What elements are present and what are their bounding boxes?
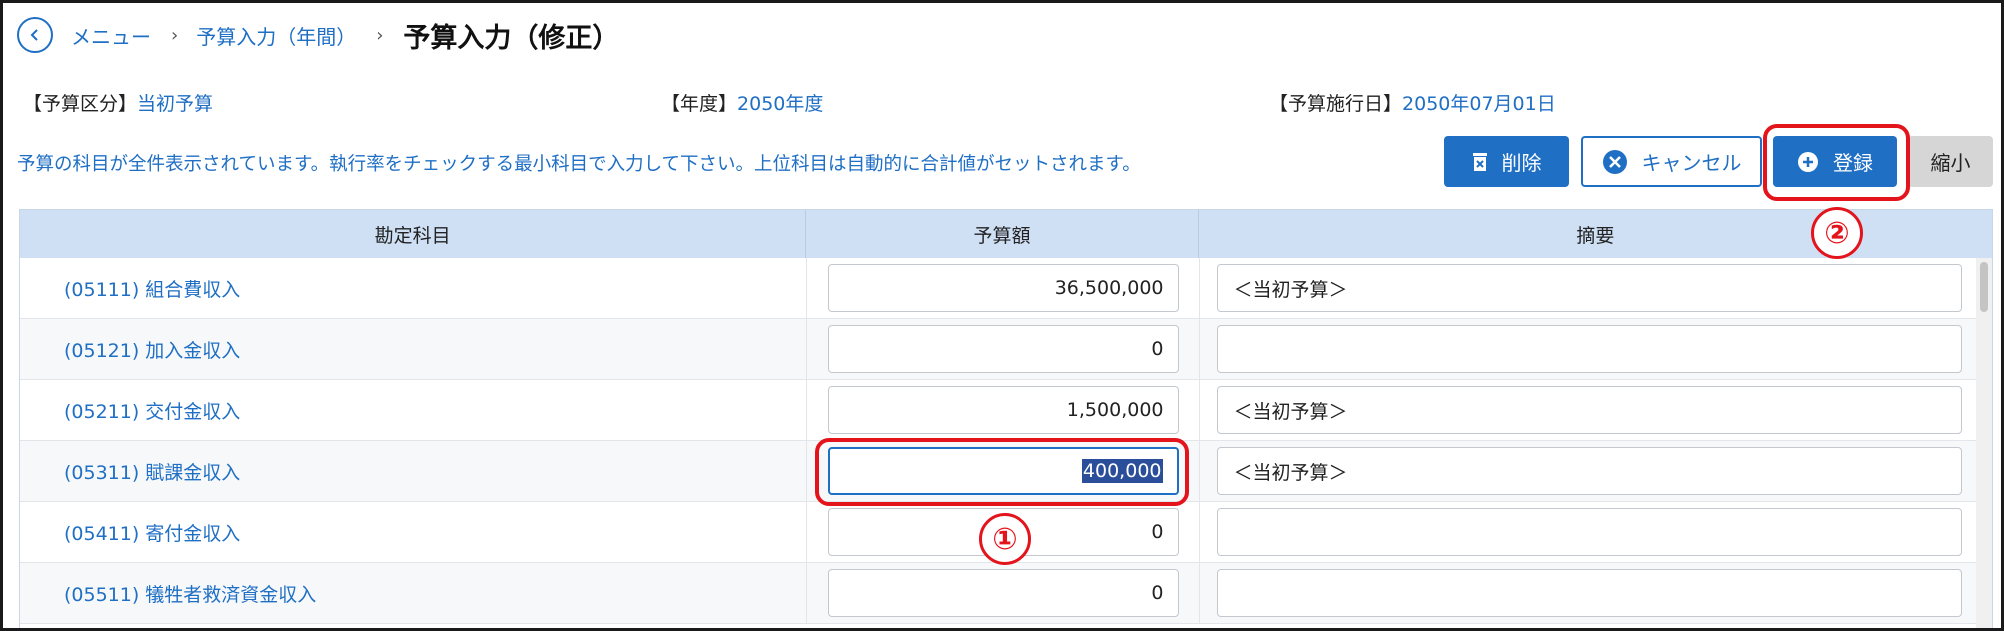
memo-cell — [1200, 563, 1978, 623]
amount-input[interactable]: 0 — [827, 569, 1179, 617]
table-row: (05211) 交付金収入 1,500,000 ＜当初予算＞ — [20, 380, 1978, 441]
app-window: メニュー › 予算入力（年間） › 予算入力（修正） 【予算区分】当初予算 【年… — [0, 0, 2004, 631]
memo-input[interactable]: ＜当初予算＞ — [1216, 264, 1962, 312]
memo-cell: ＜当初予算＞ — [1200, 441, 1978, 501]
scrollbar-thumb[interactable] — [1980, 262, 1988, 312]
account-name[interactable]: (05411) 寄付金収入 — [20, 502, 807, 562]
delete-button-label: 削除 — [1501, 151, 1542, 175]
amount-value: 0 — [1151, 582, 1164, 604]
amount-cell: 0 — [807, 319, 1200, 379]
column-header-memo: 摘要 — [1576, 224, 1615, 247]
register-highlight-box — [1763, 124, 1910, 201]
breadcrumb-separator: › — [376, 24, 384, 46]
budget-type-info: 【予算区分】当初予算 — [23, 89, 213, 116]
memo-input[interactable]: ＜当初予算＞ — [1216, 386, 1962, 434]
page-title: 予算入力（修正） — [403, 22, 620, 54]
memo-cell: ＜当初予算＞ — [1200, 258, 1978, 318]
column-header-amount: 予算額 — [806, 210, 1199, 258]
year-info: 【年度】2050年度 — [661, 89, 823, 116]
breadcrumb-separator: › — [171, 24, 179, 46]
amount-value: 0 — [1151, 521, 1164, 543]
cancel-button-label: キャンセル — [1641, 151, 1742, 175]
amount-cell: 0 — [807, 563, 1200, 623]
amount-value: 36,500,000 — [1054, 277, 1164, 299]
memo-input[interactable] — [1216, 569, 1962, 617]
memo-cell — [1200, 319, 1978, 379]
annotation-number-1: ① — [979, 513, 1031, 565]
close-circle-icon — [1602, 149, 1627, 174]
amount-input[interactable]: 0 — [827, 325, 1179, 373]
back-button[interactable] — [17, 17, 53, 53]
memo-input[interactable]: ＜当初予算＞ — [1216, 447, 1962, 495]
shrink-button-label: 縮小 — [1930, 151, 1971, 175]
breadcrumb: メニュー › 予算入力（年間） › 予算入力（修正） — [17, 17, 620, 54]
trash-icon — [1472, 152, 1487, 171]
chevron-left-icon — [30, 29, 38, 41]
memo-cell — [1200, 502, 1978, 562]
account-name[interactable]: (05311) 賦課金収入 — [20, 441, 807, 501]
budget-type-label: 【予算区分】 — [23, 93, 138, 115]
amount-value: 1,500,000 — [1066, 399, 1164, 421]
memo-value: ＜当初予算＞ — [1233, 461, 1348, 484]
year-value: 2050年度 — [737, 93, 824, 115]
vertical-scrollbar[interactable] — [1976, 258, 1992, 628]
year-label: 【年度】 — [661, 93, 738, 115]
table-header: 勘定科目 予算額 摘要 — [20, 210, 1992, 258]
amount-input[interactable]: 1,500,000 — [827, 386, 1179, 434]
shrink-button[interactable]: 縮小 — [1908, 136, 1993, 187]
delete-button[interactable]: 削除 — [1444, 136, 1569, 187]
amount-cell: 36,500,000 — [807, 258, 1200, 318]
start-date-info: 【予算施行日】2050年07月01日 — [1269, 89, 1556, 116]
budget-table: 勘定科目 予算額 摘要 (05111) 組合費収入 36,500,000 ＜当初… — [19, 209, 1993, 628]
memo-input[interactable] — [1216, 508, 1962, 556]
annotation-number-2: ② — [1811, 207, 1863, 259]
amount-highlight-box — [815, 438, 1189, 506]
cancel-button[interactable]: キャンセル — [1581, 136, 1762, 187]
memo-value: ＜当初予算＞ — [1233, 278, 1348, 301]
instruction-notice: 予算の科目が全件表示されています。執行率をチェックする最小科目で入力して下さい。… — [17, 154, 1141, 175]
amount-input[interactable]: 36,500,000 — [827, 264, 1179, 312]
amount-value: 0 — [1151, 338, 1164, 360]
memo-value: ＜当初予算＞ — [1233, 400, 1348, 423]
breadcrumb-budget-input-annual[interactable]: 予算入力（年間） — [196, 21, 356, 50]
memo-cell: ＜当初予算＞ — [1200, 380, 1978, 440]
start-date-value: 2050年07月01日 — [1402, 93, 1556, 115]
account-name[interactable]: (05121) 加入金収入 — [20, 319, 807, 379]
memo-input[interactable] — [1216, 325, 1962, 373]
budget-type-value: 当初予算 — [137, 93, 214, 115]
amount-cell: 1,500,000 — [807, 380, 1200, 440]
account-name[interactable]: (05111) 組合費収入 — [20, 258, 807, 318]
start-date-label: 【予算施行日】 — [1269, 93, 1403, 115]
breadcrumb-menu[interactable]: メニュー — [71, 21, 151, 50]
account-name[interactable]: (05211) 交付金収入 — [20, 380, 807, 440]
account-name[interactable]: (05511) 犠牲者救済資金収入 — [20, 563, 807, 623]
column-header-account: 勘定科目 — [20, 210, 807, 258]
table-row: (05111) 組合費収入 36,500,000 ＜当初予算＞ — [20, 258, 1978, 319]
table-row: (05511) 犠牲者救済資金収入 0 — [20, 563, 1978, 624]
table-row: (05121) 加入金収入 0 — [20, 319, 1978, 380]
